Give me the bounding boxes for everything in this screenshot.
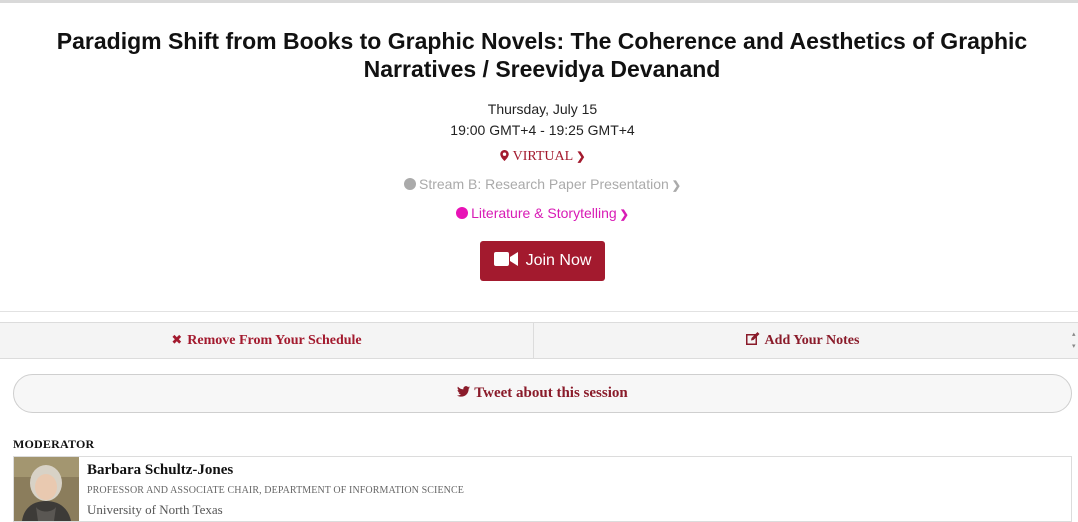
chevron-right-icon: ❯ [576,151,586,163]
moderator-name: Barbara Schultz-Jones [87,462,234,478]
notes-label: Add Your Notes [764,332,860,348]
edit-icon [745,332,760,349]
close-icon: ✖ [171,333,183,348]
remove-label: Remove From Your Schedule [187,332,362,348]
track-dot-icon [456,207,469,219]
session-time: 19:00 GMT+4 - 19:25 GMT+4 [450,122,635,138]
divider [0,311,1078,312]
avatar [14,457,79,521]
venue-label: VIRTUAL [512,149,574,164]
stream-dot-icon [403,178,416,190]
add-notes-button[interactable]: Add Your Notes [535,323,1070,358]
action-bar: ✖ Remove From Your Schedule Add Your Not… [0,322,1078,359]
session-date: Thursday, July 15 [487,101,598,117]
track-label: Literature & Storytelling [471,205,617,221]
join-now-button[interactable]: Join Now [480,241,605,281]
top-border [0,0,1078,3]
chevron-right-icon: ❯ [671,180,681,192]
video-camera-icon [493,251,518,272]
moderator-card[interactable]: Barbara Schultz-Jones PROFESSOR AND ASSO… [13,456,1072,522]
twitter-icon [457,385,474,402]
track-link[interactable]: Literature & Storytelling ❯ [456,205,629,221]
map-marker-icon [499,149,513,164]
join-now-label: Join Now [525,252,592,269]
tweet-session-button[interactable]: Tweet about this session [13,374,1072,413]
moderator-organization: University of North Texas [87,502,223,517]
track-row: Literature & Storytelling ❯ [0,205,1078,221]
venue-row: VIRTUAL ❯ [0,149,1078,165]
venue-link[interactable]: VIRTUAL ❯ [499,149,586,164]
stream-label: Stream B: Research Paper Presentation [418,176,669,192]
stream-link[interactable]: Stream B: Research Paper Presentation ❯ [403,176,681,192]
moderator-role: PROFESSOR AND ASSOCIATE CHAIR, DEPARTMEN… [87,485,464,496]
remove-from-schedule-button[interactable]: ✖ Remove From Your Schedule [0,323,534,358]
chevron-right-icon: ❯ [619,209,629,221]
tweet-label: Tweet about this session [474,385,628,401]
moderator-section-label: MODERATOR [13,437,95,451]
scroll-arrows[interactable]: ▴ ▾ [1072,329,1078,353]
stream-row: Stream B: Research Paper Presentation ❯ [0,176,1078,192]
session-title: Paradigm Shift from Books to Graphic Nov… [56,28,1028,82]
